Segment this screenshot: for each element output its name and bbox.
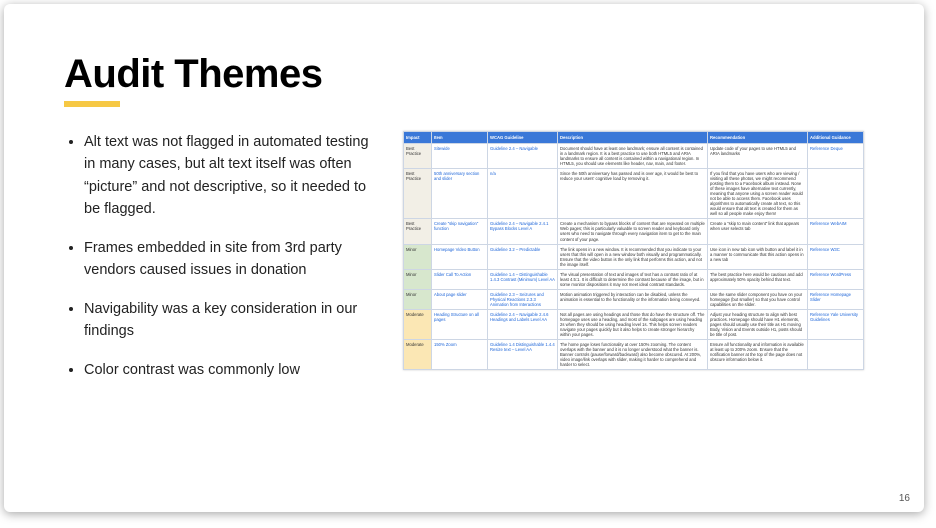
- td-additional: [808, 169, 864, 219]
- td-impact: Best Practice: [404, 219, 432, 244]
- td-recommendation: Use the same slider component you have o…: [708, 289, 808, 309]
- td-guideline: Guideline 2.4 – Navigable: [488, 144, 558, 169]
- td-impact: Moderate: [404, 340, 432, 370]
- th-item: Item: [432, 132, 488, 144]
- table-row: ModerateHeading Structure on all pagesGu…: [404, 309, 864, 339]
- td-item: Sitewide: [432, 144, 488, 169]
- th-guideline: WCAG Guideline: [488, 132, 558, 144]
- td-description: The home page loses functionality at ove…: [558, 340, 708, 370]
- td-recommendation: If you find that you have users who are …: [708, 169, 808, 219]
- td-impact: Minor: [404, 269, 432, 289]
- td-guideline: Guideline 2.4 – Navigable 2.4.1 Bypass B…: [488, 219, 558, 244]
- td-guideline: Guideline 1.4 Distinguishable 1.4.4 Resi…: [488, 340, 558, 370]
- table-row: Best Practice50th anniversary section an…: [404, 169, 864, 219]
- td-additional: Reference Yale University Guidelines: [808, 309, 864, 339]
- td-description: Since the 50th anniversary has passed an…: [558, 169, 708, 219]
- bullet-item: Alt text was not flagged in automated te…: [84, 131, 383, 221]
- td-item: Heading Structure on all pages: [432, 309, 488, 339]
- td-recommendation: Use icon in new tab icon with button and…: [708, 244, 808, 269]
- table-preview: Impact Item WCAG Guideline Description R…: [403, 131, 864, 482]
- td-recommendation: The best practice here would be cautious…: [708, 269, 808, 289]
- bullet-list: Alt text was not flagged in automated te…: [64, 131, 383, 482]
- td-item: Create “skip navigation” function: [432, 219, 488, 244]
- table-row: MinorAbout page sliderGuideline 2.3 – Se…: [404, 289, 864, 309]
- td-additional: Reference W3C: [808, 244, 864, 269]
- td-guideline: Guideline 3.2 – Predictable: [488, 244, 558, 269]
- td-description: Motion animation triggered by interactio…: [558, 289, 708, 309]
- td-additional: [808, 340, 864, 370]
- td-item: Homepage Video Button: [432, 244, 488, 269]
- th-recommendation: Recommendation: [708, 132, 808, 144]
- td-guideline: Guideline 2.4 – Navigable 2.4.6 Headings…: [488, 309, 558, 339]
- slide: Audit Themes Alt text was not flagged in…: [4, 4, 924, 512]
- td-additional: Reference WordPress: [808, 269, 864, 289]
- td-description: Document should have at least one landma…: [558, 144, 708, 169]
- td-guideline: n/a: [488, 169, 558, 219]
- table-row: Best PracticeCreate “skip navigation” fu…: [404, 219, 864, 244]
- td-impact: Minor: [404, 289, 432, 309]
- th-impact: Impact: [404, 132, 432, 144]
- table-row: MinorSlider Call To ActionGuideline 1.4 …: [404, 269, 864, 289]
- td-recommendation: Ensure all functionality and information…: [708, 340, 808, 370]
- td-additional: Reference WebAIM: [808, 219, 864, 244]
- audit-table: Impact Item WCAG Guideline Description R…: [403, 131, 864, 370]
- td-description: The link opens in a new window. It is re…: [558, 244, 708, 269]
- td-item: About page slider: [432, 289, 488, 309]
- table-row: Best PracticeSitewideGuideline 2.4 – Nav…: [404, 144, 864, 169]
- td-impact: Minor: [404, 244, 432, 269]
- content-area: Alt text was not flagged in automated te…: [64, 131, 864, 482]
- td-description: Not all pages are using headings and tho…: [558, 309, 708, 339]
- td-recommendation: Adjust your heading structure to align w…: [708, 309, 808, 339]
- td-additional: Reference Homepage Slider: [808, 289, 864, 309]
- td-item: 150% Zoom: [432, 340, 488, 370]
- td-guideline: Guideline 1.4 – Distinguishable 1.4.3 Co…: [488, 269, 558, 289]
- bullet-item: Navigability was a key consideration in …: [84, 298, 383, 343]
- title-underline: [64, 101, 120, 107]
- td-impact: Moderate: [404, 309, 432, 339]
- td-item: Slider Call To Action: [432, 269, 488, 289]
- td-recommendation: Create a “skip to main content” link tha…: [708, 219, 808, 244]
- bullet-item: Frames embedded in site from 3rd party v…: [84, 237, 383, 282]
- table-row: MinorHomepage Video ButtonGuideline 3.2 …: [404, 244, 864, 269]
- page-number: 16: [899, 493, 910, 504]
- td-impact: Best Practice: [404, 144, 432, 169]
- td-description: The visual presentation of text and imag…: [558, 269, 708, 289]
- table-row: Moderate150% ZoomGuideline 1.4 Distingui…: [404, 340, 864, 370]
- td-guideline: Guideline 2.3 – Seizures and Physical Re…: [488, 289, 558, 309]
- bullet-item: Color contrast was commonly low: [84, 359, 383, 381]
- slide-title: Audit Themes: [64, 52, 864, 97]
- th-description: Description: [558, 132, 708, 144]
- th-additional: Additional Guidance: [808, 132, 864, 144]
- td-description: Create a mechanism to bypass blocks of c…: [558, 219, 708, 244]
- td-additional: Reference Deque: [808, 144, 864, 169]
- td-recommendation: Update code of your pages to use HTML5 a…: [708, 144, 808, 169]
- table-header-row: Impact Item WCAG Guideline Description R…: [404, 132, 864, 144]
- td-impact: Best Practice: [404, 169, 432, 219]
- td-item: 50th anniversary section and slider: [432, 169, 488, 219]
